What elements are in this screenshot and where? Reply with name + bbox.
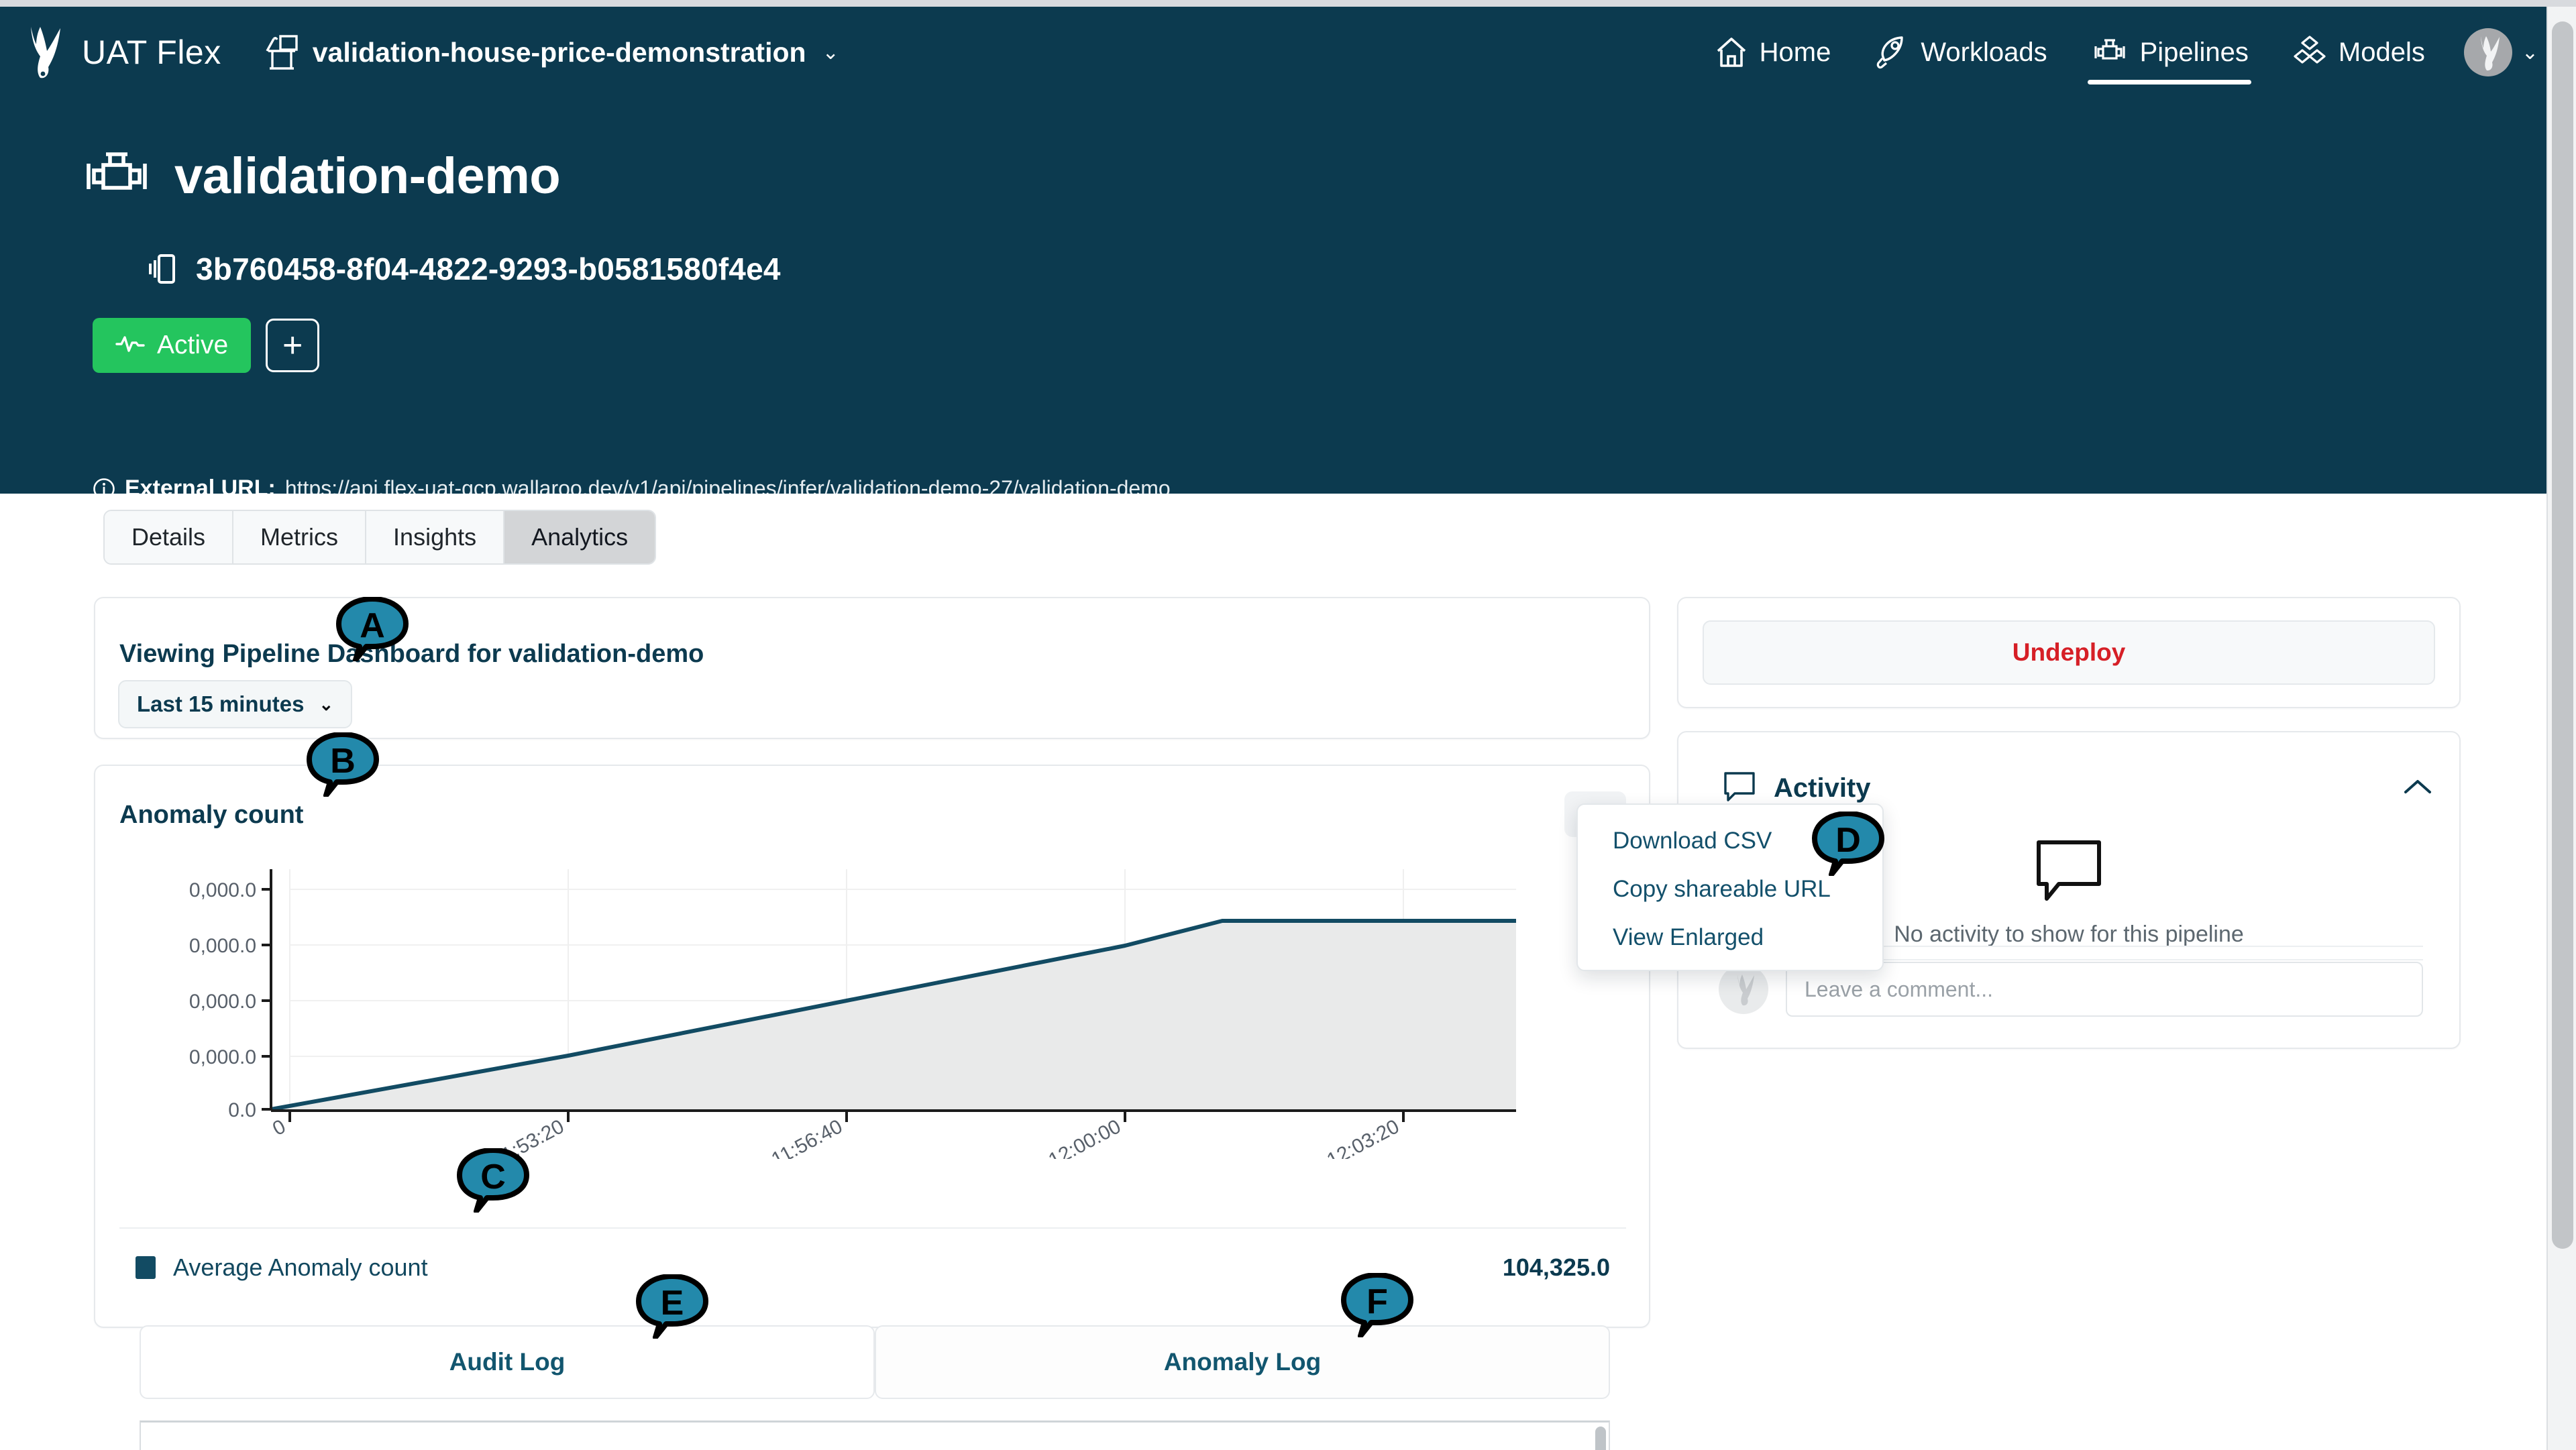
callout-label: F <box>1366 1284 1388 1319</box>
tab-metrics[interactable]: Metrics <box>233 511 366 563</box>
y-tick-label: 0.0 <box>228 1099 256 1121</box>
home-icon <box>1714 35 1749 70</box>
undeploy-card: Undeploy <box>1677 597 2461 708</box>
callout-marker-b: B <box>306 732 380 797</box>
legend-swatch <box>136 1256 156 1279</box>
menu-item-view-enlarged[interactable]: View Enlarged <box>1578 913 1882 962</box>
x-tick-label: 0 <box>269 1115 289 1140</box>
comment-bubble-icon <box>1723 771 1756 806</box>
wallaroo-logo-icon <box>25 25 67 79</box>
chevron-down-icon: ⌄ <box>2522 41 2538 64</box>
callout-label: D <box>1835 823 1861 858</box>
app-screen: UAT Flex validation-house-price-demonstr… <box>0 0 2576 1450</box>
callout-label: C <box>480 1160 506 1194</box>
chart-title: Anomaly count <box>119 801 303 830</box>
viewing-dashboard-card: Viewing Pipeline Dashboard for validatio… <box>94 597 1650 739</box>
tab-analytics[interactable]: Analytics <box>504 511 655 563</box>
y-tick-label: 0,000.0 <box>189 1046 256 1068</box>
y-tick-label: 0,000.0 <box>189 935 256 957</box>
callout-marker-d: D <box>1811 812 1885 876</box>
x-tick-label: 12:00:00 <box>1045 1115 1125 1159</box>
page-scrollbar-thumb[interactable] <box>2552 21 2573 1249</box>
pipeline-icon <box>79 145 154 207</box>
workspace-selector[interactable]: validation-house-price-demonstration ⌄ <box>263 34 839 71</box>
workspace-label: validation-house-price-demonstration <box>313 37 806 68</box>
window-chrome-strip <box>0 0 2576 7</box>
tab-details[interactable]: Details <box>105 511 233 563</box>
legend-value: 104,325.0 <box>1503 1253 1610 1282</box>
pulse-icon <box>115 331 145 360</box>
comment-input[interactable] <box>1786 962 2423 1017</box>
log-panel-scrollbar[interactable] <box>1595 1427 1606 1450</box>
y-tick-label: 0,000.0 <box>189 991 256 1013</box>
nav-label-models: Models <box>2339 38 2425 68</box>
callout-marker-c: C <box>456 1148 530 1213</box>
nav-item-workloads[interactable]: Workloads <box>1852 7 2068 98</box>
models-icon <box>2292 34 2328 70</box>
time-range-value: Last 15 minutes <box>137 691 304 717</box>
nav-label-pipelines: Pipelines <box>2140 38 2249 68</box>
status-badge-label: Active <box>157 331 228 360</box>
rocket-icon <box>1874 34 1910 70</box>
legend-label: Average Anomaly count <box>173 1253 428 1282</box>
anomaly-count-plot: 0,000.0 0,000.0 0,000.0 0,000.0 0.0 0 11… <box>95 864 1652 1159</box>
log-table-panel: DEFAULT DEFAULT 1 102533 IV 11 / 1 / 11 <box>140 1420 1610 1450</box>
status-badge[interactable]: Active <box>93 318 251 373</box>
chevron-down-icon: ⌄ <box>822 41 839 64</box>
callout-label: A <box>360 608 385 643</box>
pipeline-hero: validation-demo 3b760458-8f04-4822-9293-… <box>0 98 2561 494</box>
avatar <box>1719 964 1768 1014</box>
nav-item-pipelines[interactable]: Pipelines <box>2069 7 2270 98</box>
workspace-icon <box>263 34 301 71</box>
tab-anomaly-log[interactable]: Anomaly Log <box>875 1325 1610 1399</box>
navbar-right: Home Workloads <box>1693 7 2561 98</box>
pipeline-id: 3b760458-8f04-4822-9293-b0581580f4e4 <box>196 251 781 287</box>
nav-label-workloads: Workloads <box>1921 38 2047 68</box>
empty-comment-bubble-icon <box>2035 838 2103 903</box>
undeploy-button[interactable]: Undeploy <box>1703 620 2435 685</box>
activity-title: Activity <box>1774 773 1871 803</box>
navbar-left: UAT Flex validation-house-price-demonstr… <box>0 25 839 79</box>
x-tick-label: 12:03:20 <box>1324 1115 1403 1159</box>
callout-marker-e: E <box>635 1274 709 1339</box>
brand-name: UAT Flex <box>82 33 221 72</box>
tab-audit-log[interactable]: Audit Log <box>140 1325 875 1399</box>
viewing-dashboard-title: Viewing Pipeline Dashboard for validatio… <box>119 640 704 669</box>
time-range-select[interactable]: Last 15 minutes ⌄ <box>118 680 352 728</box>
chevron-up-icon[interactable] <box>2403 775 2432 801</box>
nav-item-home[interactable]: Home <box>1693 7 1853 98</box>
pipeline-icon <box>2090 35 2129 70</box>
callout-marker-a: A <box>335 597 409 661</box>
pipeline-tabs: Details Metrics Insights Analytics <box>103 510 656 565</box>
callout-label: E <box>661 1286 684 1321</box>
page-title-row: validation-demo <box>79 145 560 207</box>
copy-id-icon[interactable] <box>148 252 178 286</box>
page-title: validation-demo <box>174 147 560 205</box>
add-button[interactable]: + <box>266 319 319 372</box>
chevron-down-icon: ⌄ <box>319 694 333 715</box>
analytics-left-column: Viewing Pipeline Dashboard for validatio… <box>94 597 1650 1328</box>
tab-insights[interactable]: Insights <box>366 511 504 563</box>
legend-entry: Average Anomaly count <box>136 1253 428 1282</box>
page-scrollbar[interactable] <box>2546 7 2576 1450</box>
activity-empty-text: No activity to show for this pipeline <box>1894 922 2244 948</box>
x-tick-label: 11:56:40 <box>768 1115 847 1159</box>
callout-marker-f: F <box>1340 1273 1414 1337</box>
nav-item-models[interactable]: Models <box>2270 7 2447 98</box>
activity-header-left: Activity <box>1723 771 1871 806</box>
y-tick-label: 0,000.0 <box>189 879 256 901</box>
avatar <box>2464 28 2512 76</box>
pipeline-status-row: Active + <box>93 318 319 373</box>
nav-label-home: Home <box>1760 38 1831 68</box>
callout-label: B <box>330 744 356 779</box>
anomaly-count-card: Anomaly count <box>94 765 1650 1328</box>
user-menu[interactable]: ⌄ <box>2464 28 2538 76</box>
pipeline-id-row: 3b760458-8f04-4822-9293-b0581580f4e4 <box>148 251 781 287</box>
top-navbar: UAT Flex validation-house-price-demonstr… <box>0 7 2561 98</box>
